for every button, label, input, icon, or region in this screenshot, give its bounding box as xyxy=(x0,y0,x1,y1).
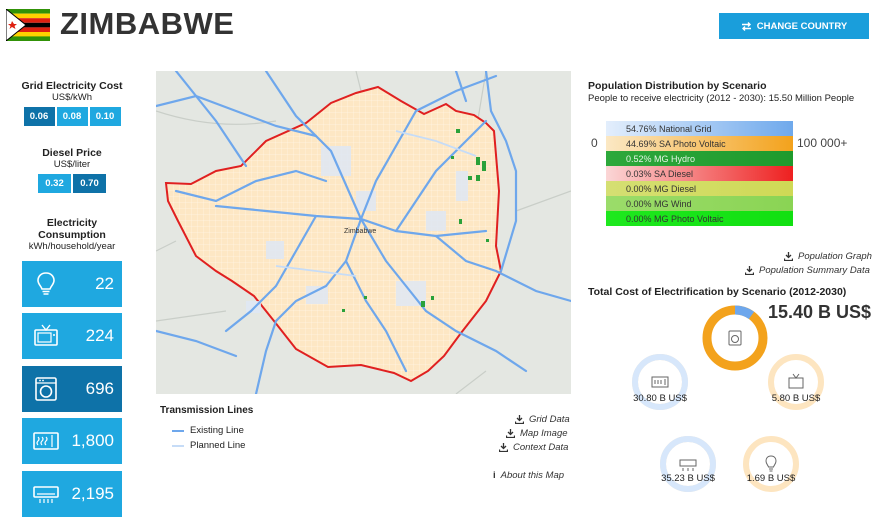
scenario-bar: 0.00% MG Photo Voltaic xyxy=(606,211,793,226)
map-image-label: Map Image xyxy=(520,428,568,439)
tier-value: 22 xyxy=(95,274,114,293)
cost-donut-label: 1.69 B US$ xyxy=(746,473,796,484)
diesel-price-option[interactable]: 0.32 xyxy=(38,174,71,193)
zimbabwe-flag-icon xyxy=(6,9,50,41)
cost-title: Total Cost of Electrification by Scenari… xyxy=(588,286,847,298)
consumption-tier-air-conditioner[interactable]: 2,195 xyxy=(22,471,122,517)
change-country-label: CHANGE COUNTRY xyxy=(756,20,848,32)
diesel-price-section: Diesel Price US$/liter 0.32 0.70 xyxy=(14,147,130,193)
cost-donut xyxy=(660,436,716,492)
scenario-bar: 0.00% MG Wind xyxy=(606,196,793,211)
context-data-label: Context Data xyxy=(513,442,569,453)
download-icon xyxy=(784,252,793,261)
population-scenario-bars: 54.76% National Grid 44.69% SA Photo Volt… xyxy=(606,121,793,226)
cost-donut xyxy=(632,354,688,410)
consumption-section: Electricity Consumption kWh/household/ye… xyxy=(14,217,130,252)
scenario-bar: 0.00% MG Diesel xyxy=(606,181,793,196)
consumption-tier-television[interactable]: 224 xyxy=(22,313,122,359)
change-country-button[interactable]: CHANGE COUNTRY xyxy=(719,13,869,39)
air-conditioner-icon xyxy=(33,486,59,503)
cost-donut xyxy=(768,354,824,410)
scale-min: 0 xyxy=(591,136,598,150)
grid-data-label: Grid Data xyxy=(529,414,570,425)
existing-line-swatch xyxy=(172,429,184,432)
scale-max: 100 000+ xyxy=(797,136,848,150)
population-graph-link[interactable]: Population Graph xyxy=(784,251,872,262)
grid-cost-option[interactable]: 0.06 xyxy=(23,107,55,126)
grid-cost-option[interactable]: 0.10 xyxy=(89,107,121,126)
swap-arrows-icon xyxy=(741,21,751,31)
tier-value: 2,195 xyxy=(71,484,114,503)
lightbulb-icon xyxy=(37,272,55,295)
cost-donut xyxy=(743,436,799,492)
washing-machine-icon xyxy=(35,377,57,401)
consumption-title-line1: Electricity xyxy=(46,217,98,229)
population-summary-link[interactable]: Population Summary Data xyxy=(745,265,870,276)
population-graph-label: Population Graph xyxy=(798,251,872,262)
consumption-tier-lightbulb[interactable]: 22 xyxy=(22,261,122,307)
legend-planned-line: Planned Line xyxy=(172,440,245,451)
consumption-tier-washing-machine[interactable]: 696 xyxy=(22,366,122,412)
consumption-unit: kWh/household/year xyxy=(28,241,116,252)
tier-value: 1,800 xyxy=(71,431,114,450)
grid-cost-unit: US$/kWh xyxy=(51,92,93,103)
cost-donut-label: 35.23 B US$ xyxy=(661,473,715,484)
population-title: Population Distribution by Scenario xyxy=(588,80,767,92)
context-data-link[interactable]: Context Data xyxy=(499,442,568,453)
country-title: ZIMBABWE xyxy=(60,6,235,41)
grid-cost-option[interactable]: 0.08 xyxy=(56,107,88,126)
tier-value: 224 xyxy=(85,326,114,345)
microwave-icon xyxy=(33,432,59,450)
consumption-title-line2: Consumption xyxy=(38,229,106,241)
map-canvas: Zimbabwe xyxy=(156,71,571,394)
legend-existing-line: Existing Line xyxy=(172,425,244,436)
info-icon: i xyxy=(493,470,496,481)
scenario-bar: 0.03% SA Diesel xyxy=(606,166,793,181)
download-icon xyxy=(506,429,515,438)
map-image-link[interactable]: Map Image xyxy=(506,428,568,439)
download-icon xyxy=(499,443,508,452)
tier-value: 696 xyxy=(85,379,114,398)
transmission-legend-title: Transmission Lines xyxy=(160,405,254,416)
about-map-link[interactable]: i About this Map xyxy=(493,470,564,481)
diesel-price-unit: US$/liter xyxy=(53,159,91,170)
diesel-price-option[interactable]: 0.70 xyxy=(73,174,106,193)
scenario-bar: 54.76% National Grid xyxy=(606,121,793,136)
diesel-price-title: Diesel Price xyxy=(42,147,102,159)
planned-line-swatch xyxy=(172,444,184,447)
map-country-label: Zimbabwe xyxy=(344,228,376,235)
scenario-bar: 0.52% MG Hydro xyxy=(606,151,793,166)
cost-main-value: 15.40 B US$ xyxy=(768,302,872,322)
download-icon xyxy=(745,266,754,275)
about-map-label: About this Map xyxy=(500,470,565,481)
population-summary-label: Population Summary Data xyxy=(759,265,870,276)
television-icon xyxy=(34,324,58,346)
population-subtitle: People to receive electricity (2012 - 20… xyxy=(588,93,855,104)
cost-donut-label: 5.80 B US$ xyxy=(771,393,821,404)
cost-donut-label: 30.80 B US$ xyxy=(633,393,687,404)
grid-cost-section: Grid Electricity Cost US$/kWh 0.06 0.08 … xyxy=(14,80,130,126)
consumption-tier-microwave[interactable]: 1,800 xyxy=(22,418,122,464)
grid-data-link[interactable]: Grid Data xyxy=(515,414,570,425)
legend-label: Existing Line xyxy=(190,425,244,436)
download-icon xyxy=(515,415,524,424)
grid-cost-title: Grid Electricity Cost xyxy=(21,80,123,92)
legend-label: Planned Line xyxy=(190,440,246,451)
scenario-bar: 44.69% SA Photo Voltaic xyxy=(606,136,793,151)
electrification-map[interactable]: Zimbabwe xyxy=(156,71,571,394)
